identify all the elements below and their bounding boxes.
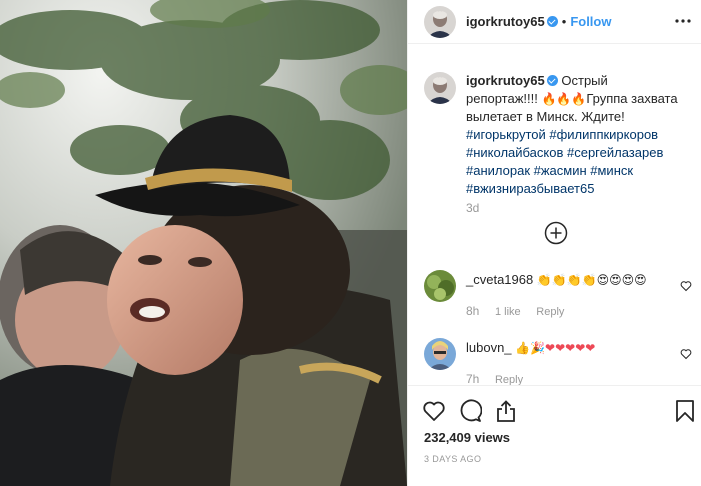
caption-text-line3: вылетает в Минск. Ждите! [466,109,625,124]
post-caption: igorkrutoy65 Острый репортаж!!!! 🔥🔥🔥Груп… [466,72,691,198]
comment-likes[interactable]: 1 like [495,306,521,318]
more-options-icon[interactable] [674,12,692,30]
author-username[interactable]: igorkrutoy65 [466,14,545,29]
hashtag-line[interactable]: #игорькрутой #филиппкиркоров [466,126,691,144]
follow-button[interactable]: Follow [570,14,611,29]
caption-text-line2-rest: Группа захвата [586,91,678,106]
caption-username[interactable]: igorkrutoy65 [466,73,545,88]
comment-age: 7h [466,372,480,386]
video-frame [0,0,407,486]
fire-emoji: 🔥🔥🔥 [541,92,587,106]
post-video[interactable] [0,0,407,486]
post-side-panel: igorkrutoy65 • Follow igorkrutoy65 Острый … [407,0,701,486]
post-header: igorkrutoy65 • Follow [408,0,701,44]
verified-badge-icon [546,16,558,27]
caption-text-line1: Острый [561,73,608,88]
bookmark-icon[interactable] [673,399,697,423]
share-icon[interactable] [494,399,518,423]
comment-username[interactable]: lubovn_ [466,340,512,355]
author-avatar[interactable] [424,6,456,38]
caption-age: 3d [466,201,480,215]
view-count[interactable]: 232,409 views [424,430,510,445]
verified-badge-icon [546,75,558,86]
reply-button[interactable]: Reply [536,306,564,318]
caption-text-line2: репортаж!!!! [466,91,538,106]
heart-icon[interactable] [422,399,446,423]
comment-item: lubovn_ 👍🎉❤❤❤❤❤ [466,340,595,355]
comment-meta: 8h 1 like Reply [466,303,564,318]
load-more-comments-icon[interactable] [544,221,568,245]
post-timestamp: 3 DAYS AGO [424,454,482,464]
comment-like-heart-icon[interactable] [680,348,692,360]
hashtag-line[interactable]: #николайбасков #сергейлазарев [466,144,691,162]
comment-age: 8h [466,304,480,318]
header-line: igorkrutoy65 • Follow [466,14,611,29]
comment-icon[interactable] [458,399,482,423]
comment-text: 👍🎉❤❤❤❤❤ [515,341,596,355]
comment-avatar[interactable] [424,338,456,370]
comment-item: _cveta1968 👏👏👏👏😍😍😍😍 [466,272,647,287]
comment-avatar[interactable] [424,270,456,302]
hashtag-line[interactable]: #вжизниразбывает65 [466,180,691,198]
comment-text: 👏👏👏👏😍😍😍😍 [536,273,647,287]
hashtag-line[interactable]: #анилорак #жасмин #минск [466,162,691,180]
comment-meta: 7h Reply [466,371,523,386]
caption-avatar[interactable] [424,72,456,104]
action-bar: 232,409 views 3 DAYS AGO [408,385,701,486]
separator-dot: • [561,14,567,29]
comment-username[interactable]: _cveta1968 [466,272,533,287]
comment-like-heart-icon[interactable] [680,280,692,292]
